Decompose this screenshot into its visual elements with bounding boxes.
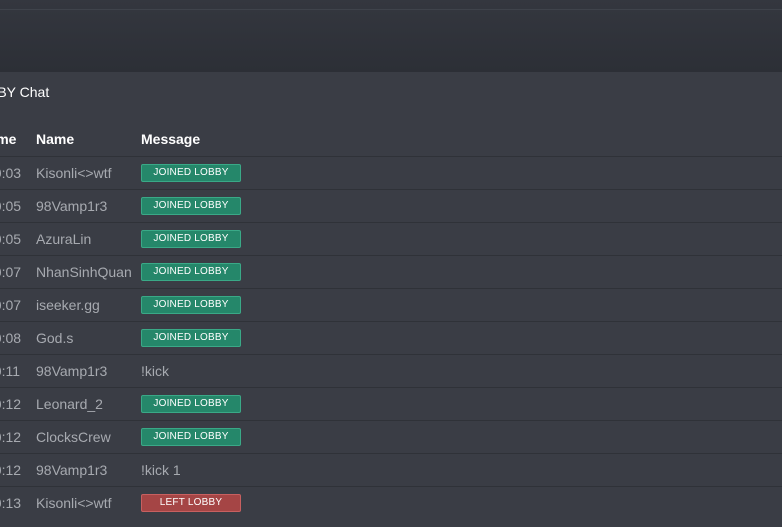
table-row: 00:05 AzuraLin JOINED LOBBY bbox=[0, 222, 782, 255]
column-header-time: Time bbox=[0, 131, 17, 147]
row-name[interactable]: NhanSinhQuan bbox=[36, 256, 132, 288]
table-row: 00:08 God.s JOINED LOBBY bbox=[0, 321, 782, 354]
table-row: 00:07 NhanSinhQuan JOINED LOBBY bbox=[0, 255, 782, 288]
row-name[interactable]: 98Vamp1r3 bbox=[36, 355, 107, 387]
row-time: 00:08 bbox=[0, 330, 22, 346]
table-row: 00:03 Kisonli<>wtf JOINED LOBBY bbox=[0, 156, 782, 189]
row-time: 00:12 bbox=[0, 429, 22, 445]
row-name[interactable]: AzuraLin bbox=[36, 223, 91, 255]
row-message: !kick bbox=[141, 363, 169, 379]
row-name[interactable]: Kisonli<>wtf bbox=[36, 157, 111, 189]
left-lobby-badge: LEFT LOBBY bbox=[141, 494, 241, 512]
joined-lobby-badge: JOINED LOBBY bbox=[141, 428, 241, 446]
row-name[interactable]: iseeker.gg bbox=[36, 289, 100, 321]
table-row: 00:12 Leonard_2 JOINED LOBBY bbox=[0, 387, 782, 420]
joined-lobby-badge: JOINED LOBBY bbox=[141, 263, 241, 281]
lobby-chat-panel: BBY Chat Time Name Message 00:03 Kisonli<… bbox=[0, 72, 782, 527]
joined-lobby-badge: JOINED LOBBY bbox=[141, 329, 241, 347]
row-time: 00:05 bbox=[0, 198, 22, 214]
table-row: 00:13 Kisonli<>wtf LEFT LOBBY bbox=[0, 486, 782, 519]
row-name[interactable]: 98Vamp1r3 bbox=[36, 190, 107, 222]
joined-lobby-badge: JOINED LOBBY bbox=[141, 395, 241, 413]
row-name[interactable]: Leonard_2 bbox=[36, 388, 103, 420]
row-time: 00:05 bbox=[0, 231, 22, 247]
table-row: 00:05 98Vamp1r3 JOINED LOBBY bbox=[0, 189, 782, 222]
joined-lobby-badge: JOINED LOBBY bbox=[141, 296, 241, 314]
joined-lobby-badge: JOINED LOBBY bbox=[141, 197, 241, 215]
table-row: 00:11 98Vamp1r3 !kick bbox=[0, 354, 782, 387]
column-header-name: Name bbox=[36, 131, 75, 147]
top-divider bbox=[0, 9, 782, 10]
row-time: 00:03 bbox=[0, 165, 22, 181]
table-row: 00:07 iseeker.gg JOINED LOBBY bbox=[0, 288, 782, 321]
row-name[interactable]: ClocksCrew bbox=[36, 421, 111, 453]
row-time: 00:13 bbox=[0, 495, 22, 511]
column-header-message: Message bbox=[141, 131, 201, 147]
top-band bbox=[0, 0, 782, 72]
joined-lobby-badge: JOINED LOBBY bbox=[141, 230, 241, 248]
lobby-page: BBY Chat Time Name Message 00:03 Kisonli<… bbox=[0, 0, 782, 527]
row-time: 00:12 bbox=[0, 396, 22, 412]
row-name[interactable]: Kisonli<>wtf bbox=[36, 487, 111, 519]
row-name[interactable]: 98Vamp1r3 bbox=[36, 454, 107, 486]
table-row: 00:12 98Vamp1r3 !kick 1 bbox=[0, 453, 782, 486]
panel-title: BBY Chat bbox=[0, 84, 50, 100]
row-time: 00:11 bbox=[0, 363, 20, 379]
row-message: !kick 1 bbox=[141, 462, 181, 478]
joined-lobby-badge: JOINED LOBBY bbox=[141, 164, 241, 182]
row-time: 00:07 bbox=[0, 297, 22, 313]
row-time: 00:07 bbox=[0, 264, 22, 280]
chat-rows: 00:03 Kisonli<>wtf JOINED LOBBY 00:05 98Vamp… bbox=[0, 156, 782, 519]
table-row: 00:12 ClocksCrew JOINED LOBBY bbox=[0, 420, 782, 453]
row-time: 00:12 bbox=[0, 462, 22, 478]
row-name[interactable]: God.s bbox=[36, 322, 73, 354]
